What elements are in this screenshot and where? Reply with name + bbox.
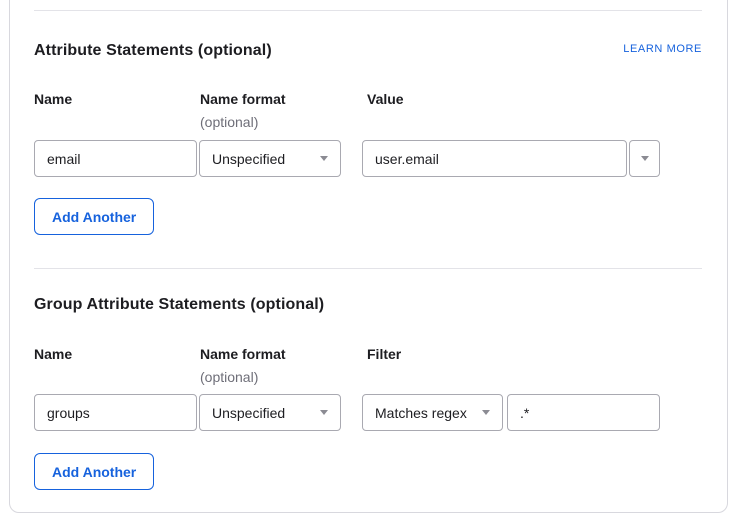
attr-name-format-column-label: Name format [200,91,286,107]
learn-more-link[interactable]: LEARN MORE [623,43,702,55]
group-filter-type-selected-value: Matches regex [375,405,467,421]
chevron-down-icon [320,410,328,415]
group-name-format-select[interactable]: Unspecified [199,394,341,431]
attr-name-input[interactable] [34,140,197,177]
group-filter-value-input[interactable] [507,394,660,431]
group-name-format-selected-value: Unspecified [212,405,285,421]
chevron-down-icon [641,156,649,161]
attr-value-dropdown-button[interactable] [629,140,660,177]
attr-add-another-button[interactable]: Add Another [34,198,154,235]
chevron-down-icon [320,156,328,161]
attr-name-format-select[interactable]: Unspecified [199,140,341,177]
chevron-down-icon [482,410,490,415]
attr-value-column-label: Value [367,91,404,107]
settings-card [9,0,728,513]
group-name-input[interactable] [34,394,197,431]
group-filter-column-label: Filter [367,346,401,362]
attr-value-input[interactable] [362,140,627,177]
group-filter-type-select[interactable]: Matches regex [362,394,503,431]
attr-name-format-optional-label: (optional) [200,114,258,130]
section-divider [34,10,702,11]
group-add-another-button[interactable]: Add Another [34,453,154,490]
group-name-format-column-label: Name format [200,346,286,362]
attr-name-format-selected-value: Unspecified [212,151,285,167]
attribute-statements-title: Attribute Statements (optional) [34,42,272,60]
section-divider [34,268,702,269]
saml-settings-page: Attribute Statements (optional) LEARN MO… [0,0,737,530]
attr-name-column-label: Name [34,91,72,107]
group-name-column-label: Name [34,346,72,362]
group-attribute-statements-title: Group Attribute Statements (optional) [34,296,324,314]
group-name-format-optional-label: (optional) [200,369,258,385]
